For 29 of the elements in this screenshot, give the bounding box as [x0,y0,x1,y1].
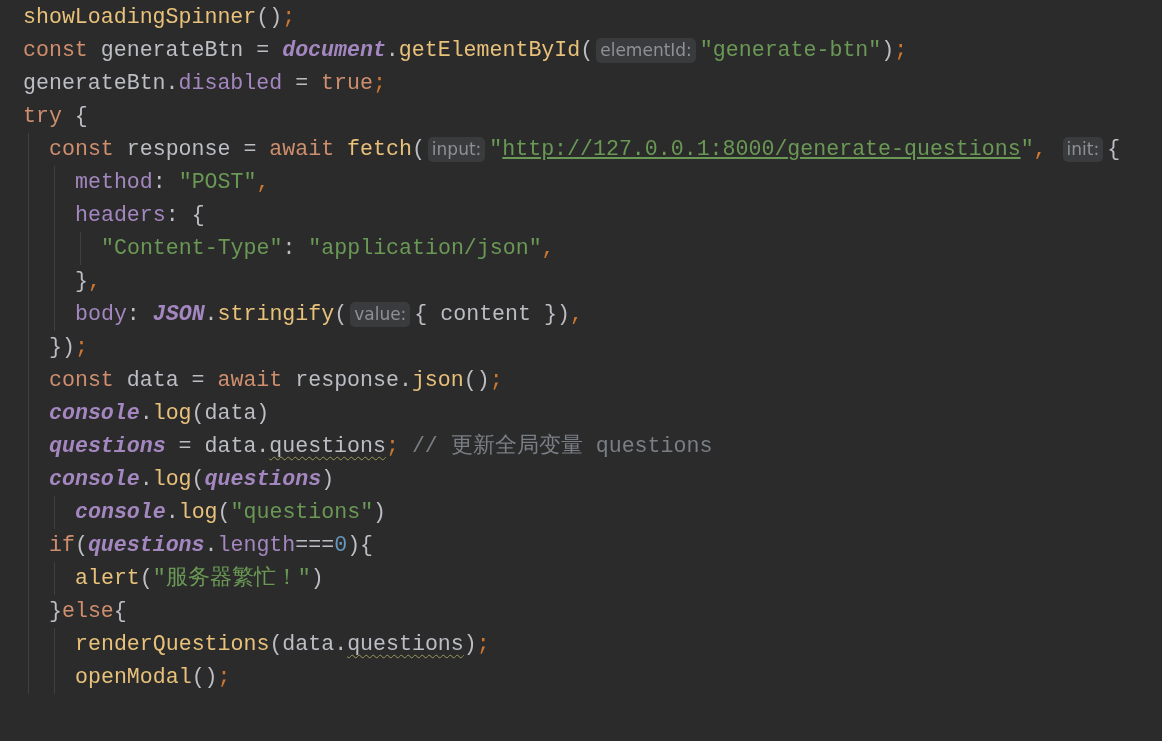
code-text: try { [23,103,88,130]
parameter-hint: init: [1062,137,1104,162]
code-text: console.log(questions) [49,466,335,493]
code-text: showLoadingSpinner(); [23,4,296,31]
code-text: generateBtn.disabled = true; [23,70,386,97]
code-text: alert("服务器繁忙！") [75,565,324,592]
parameter-hint: elementId: [596,38,696,63]
code-text: "http://127.0.0.1:8000/generate-questions", [489,136,1048,163]
parameter-hint: value: [350,302,411,327]
code-text: body: JSON.stringify( [75,301,348,328]
code-text: }); [49,334,88,361]
code-text: const generateBtn = document.getElementById( [23,37,594,64]
code-text: console.log(data) [49,400,270,427]
code-text: method: "POST", [75,169,270,196]
code-text: const data = await response.json(); [49,367,503,394]
parameter-hint: input: [427,137,486,162]
code-text: headers: { [75,202,205,229]
code-text: const response = await fetch( [49,136,425,163]
code-text: "generate-btn"); [699,37,908,64]
code-text: { [1107,136,1121,163]
code-text: }, [75,268,101,295]
code-text: openModal(); [75,664,231,691]
code-text: console.log("questions") [75,499,387,526]
code-text: renderQuestions(data.questions); [75,631,490,658]
code-text: "Content-Type": "application/json", [101,235,555,262]
code-text: { content }), [414,301,583,328]
code-text: questions = data.questions; // 更新全局变量 questions [49,432,713,460]
code-text: }else{ [49,598,127,625]
code-text: if(questions.length===0){ [49,532,374,559]
